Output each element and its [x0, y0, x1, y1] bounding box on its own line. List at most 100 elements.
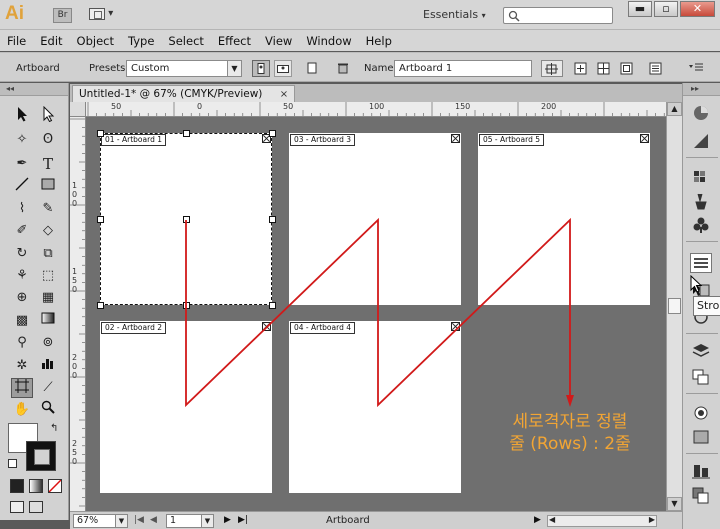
previous-artboard-icon[interactable]: ◀ [150, 515, 157, 525]
perspective-grid-tool-icon[interactable]: ▦ [37, 288, 59, 308]
delete-artboard-button[interactable] [334, 60, 352, 77]
default-fill-stroke-icon[interactable] [8, 459, 17, 468]
gradient-mode-icon[interactable] [29, 479, 43, 493]
scroll-thumb[interactable] [668, 298, 681, 314]
selection-tool-icon[interactable] [11, 106, 33, 126]
last-artboard-icon[interactable]: ▶| [238, 515, 248, 525]
magic-wand-tool-icon[interactable]: ✧ [11, 130, 33, 150]
scale-tool-icon[interactable]: ⧉ [37, 244, 59, 264]
tools-panel: ◂◂ ✧ ʘ ✒ T ⌇ ✎ ✐ ◇ ↻ ⧉ ⚘ ⬚ ⊕ ▦ ▩ ⚲ ⊚ ✲ ⟋ [0, 83, 69, 520]
ruler-origin[interactable] [70, 102, 86, 117]
menu-view[interactable]: View [265, 34, 292, 48]
workspace-switcher[interactable]: Essentials ▾ [423, 8, 486, 21]
landscape-orientation-button[interactable] [274, 60, 292, 77]
color-guide-icon[interactable] [690, 131, 712, 151]
line-tool-icon[interactable] [11, 177, 33, 197]
dock-gripper[interactable]: ▸▸ [683, 83, 720, 96]
stroke-swatch[interactable] [26, 441, 56, 471]
presets-select[interactable]: Custom ▼ [126, 60, 242, 77]
artboards-panel-icon[interactable] [690, 367, 712, 387]
menu-object[interactable]: Object [77, 34, 114, 48]
show-cross-hairs-button[interactable] [595, 60, 613, 77]
rectangle-tool-icon[interactable] [37, 177, 59, 197]
brushes-panel-icon[interactable] [690, 191, 712, 211]
scroll-right-icon[interactable]: ▶ [649, 515, 655, 524]
color-mode-icon[interactable] [10, 479, 24, 493]
scroll-up-icon[interactable]: ▲ [667, 102, 682, 116]
hand-tool-icon[interactable]: ✋ [11, 400, 33, 420]
zoom-tool-icon[interactable] [37, 400, 59, 420]
symbol-sprayer-tool-icon[interactable]: ✲ [11, 356, 33, 376]
rotate-tool-icon[interactable]: ↻ [11, 244, 33, 264]
pen-tool-icon[interactable]: ✒ [11, 154, 33, 174]
tools-panel-gripper[interactable]: ◂◂ [0, 83, 68, 96]
menu-window[interactable]: Window [306, 34, 351, 48]
menu-help[interactable]: Help [366, 34, 392, 48]
minimize-button[interactable]: ▬ [628, 1, 652, 17]
stroke-panel-icon[interactable] [690, 253, 712, 273]
control-panel-menu-button[interactable] [686, 60, 704, 77]
document-tab[interactable]: Untitled-1* @ 67% (CMYK/Preview) × [72, 85, 296, 102]
close-icon[interactable]: × [280, 89, 288, 100]
free-transform-tool-icon[interactable]: ⬚ [37, 266, 59, 286]
show-center-mark-button[interactable] [572, 60, 590, 77]
type-tool-icon[interactable]: T [37, 154, 59, 174]
artboard-tool-icon[interactable] [11, 378, 33, 398]
appearance-panel-icon[interactable] [690, 403, 712, 423]
swap-fill-stroke-icon[interactable]: ↰ [50, 423, 58, 434]
status-menu-icon[interactable]: ▶ [534, 515, 541, 525]
screen-mode-icon[interactable] [29, 501, 43, 513]
layers-panel-icon[interactable] [690, 341, 712, 361]
mesh-tool-icon[interactable]: ▩ [11, 311, 33, 331]
move-copy-artwork-button[interactable] [541, 60, 563, 77]
gradient-tool-icon[interactable] [37, 311, 59, 331]
width-tool-icon[interactable]: ⚘ [11, 266, 33, 286]
pathfinder-panel-icon[interactable] [690, 485, 712, 505]
column-graph-tool-icon[interactable] [37, 356, 59, 376]
align-panel-icon[interactable] [690, 461, 712, 481]
eraser-tool-icon[interactable]: ◇ [37, 221, 59, 241]
vertical-scrollbar[interactable]: ▲ ▼ [666, 102, 682, 511]
direct-selection-tool-icon[interactable] [37, 105, 59, 126]
paintbrush-tool-icon[interactable]: ⌇ [11, 199, 33, 219]
help-search-input[interactable] [503, 7, 613, 24]
close-button[interactable]: ✕ [680, 1, 715, 17]
shape-builder-tool-icon[interactable]: ⊕ [11, 288, 33, 308]
maximize-button[interactable]: ▫ [654, 1, 678, 17]
color-panel-icon[interactable] [690, 103, 712, 123]
blob-brush-tool-icon[interactable]: ✐ [11, 221, 33, 241]
arrange-documents-button[interactable]: ▾ [89, 8, 115, 23]
swatches-panel-icon[interactable] [690, 167, 712, 187]
menu-file[interactable]: File [7, 34, 26, 48]
eyedropper-tool-icon[interactable]: ⚲ [11, 333, 33, 353]
first-artboard-icon[interactable]: |◀ [134, 515, 144, 525]
slice-tool-icon[interactable]: ⟋ [37, 378, 59, 398]
next-artboard-icon[interactable]: ▶ [224, 515, 231, 525]
menu-edit[interactable]: Edit [40, 34, 62, 48]
vertical-ruler[interactable]: 1 0 0 1 5 0 2 0 0 2 5 0 [70, 117, 86, 511]
lasso-tool-icon[interactable]: ʘ [37, 130, 59, 150]
portrait-orientation-button[interactable] [252, 60, 270, 77]
canvas[interactable]: 01 - Artboard 1 02 - Artboard 2 03 - Art… [86, 117, 666, 511]
pencil-tool-icon[interactable]: ✎ [37, 199, 59, 219]
horizontal-scrollbar[interactable]: ◀ ▶ [547, 515, 657, 527]
horizontal-ruler[interactable]: 50 0 50 100 150 200 [86, 102, 666, 117]
zoom-select[interactable]: 67% ▼ [73, 514, 128, 528]
bridge-button[interactable]: Br [53, 8, 72, 23]
symbols-panel-icon[interactable] [690, 215, 712, 235]
artboard-options-button[interactable] [647, 60, 665, 77]
new-artboard-button[interactable] [304, 60, 322, 77]
none-mode-icon[interactable] [48, 479, 62, 493]
menu-type[interactable]: Type [128, 34, 154, 48]
menu-select[interactable]: Select [168, 34, 203, 48]
menu-effect[interactable]: Effect [218, 34, 251, 48]
blend-tool-icon[interactable]: ⊚ [37, 333, 59, 353]
portrait-icon [257, 63, 265, 74]
graphic-styles-panel-icon[interactable] [690, 427, 712, 447]
scroll-down-icon[interactable]: ▼ [667, 497, 682, 511]
artboard-name-input[interactable]: Artboard 1 [394, 60, 532, 77]
artboard-number-select[interactable]: 1 ▼ [166, 514, 214, 528]
show-video-safe-areas-button[interactable] [618, 60, 636, 77]
draw-normal-icon[interactable] [10, 501, 24, 513]
scroll-left-icon[interactable]: ◀ [549, 515, 555, 524]
